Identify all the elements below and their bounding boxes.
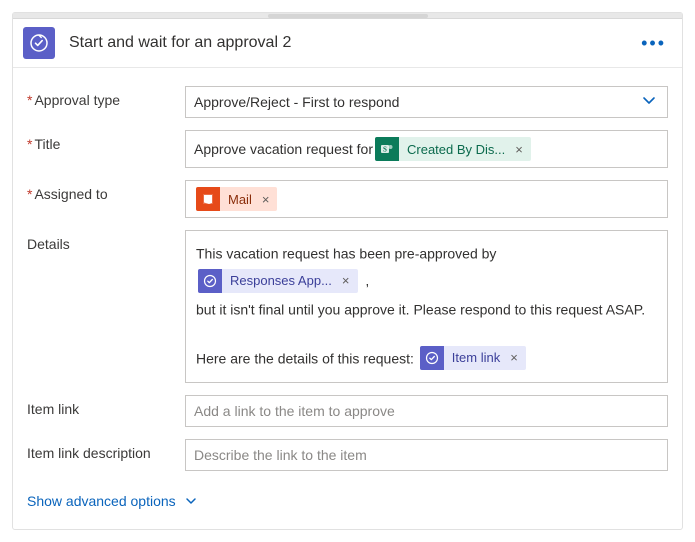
- label-title: *Title: [27, 130, 185, 152]
- chevron-down-icon: [184, 494, 198, 508]
- details-field[interactable]: This vacation request has been pre-appro…: [185, 230, 668, 383]
- token-created-by[interactable]: S Created By Dis... ×: [375, 137, 531, 161]
- row-assigned-to: *Assigned to Mail ×: [27, 180, 668, 218]
- approval-token-icon: [420, 346, 444, 370]
- assigned-to-field[interactable]: Mail ×: [185, 180, 668, 218]
- token-label: Responses App...: [222, 268, 338, 294]
- token-label: Mail: [220, 192, 258, 207]
- card-body: *Approval type Approve/Reject - First to…: [13, 68, 682, 529]
- approval-type-dropdown[interactable]: Approve/Reject - First to respond: [185, 86, 668, 118]
- token-remove-icon[interactable]: ×: [511, 142, 531, 157]
- card-title: Start and wait for an approval 2: [69, 34, 635, 52]
- item-link-desc-input[interactable]: [194, 445, 659, 465]
- show-advanced-options-toggle[interactable]: Show advanced options: [27, 491, 198, 513]
- row-details: Details This vacation request has been p…: [27, 230, 668, 383]
- row-item-link: Item link: [27, 395, 668, 427]
- label-item-link-desc: Item link description: [27, 439, 185, 461]
- token-mail[interactable]: Mail ×: [196, 187, 277, 211]
- token-label: Created By Dis...: [399, 142, 511, 157]
- row-item-link-desc: Item link description: [27, 439, 668, 471]
- advanced-toggle-label: Show advanced options: [27, 493, 176, 509]
- card-header[interactable]: Start and wait for an approval 2 •••: [13, 19, 682, 68]
- token-remove-icon[interactable]: ×: [338, 268, 358, 294]
- approval-icon: [23, 27, 55, 59]
- item-link-input[interactable]: [194, 401, 659, 421]
- token-remove-icon[interactable]: ×: [506, 345, 526, 371]
- drag-handle[interactable]: [13, 13, 682, 19]
- details-text-1: This vacation request has been pre-appro…: [196, 245, 496, 261]
- label-approval-type: *Approval type: [27, 86, 185, 108]
- chevron-down-icon: [641, 93, 657, 112]
- label-assigned-to: *Assigned to: [27, 180, 185, 202]
- item-link-desc-field[interactable]: [185, 439, 668, 471]
- details-text-3: Here are the details of this request:: [196, 350, 414, 366]
- approval-action-card: Start and wait for an approval 2 ••• *Ap…: [12, 12, 683, 530]
- row-approval-type: *Approval type Approve/Reject - First to…: [27, 86, 668, 118]
- approval-token-icon: [198, 269, 222, 293]
- label-item-link: Item link: [27, 395, 185, 417]
- token-remove-icon[interactable]: ×: [258, 192, 278, 207]
- svg-text:S: S: [383, 146, 387, 154]
- sharepoint-icon: S: [375, 137, 399, 161]
- title-field[interactable]: Approve vacation request for S Created B…: [185, 130, 668, 168]
- token-label: Item link: [444, 345, 506, 371]
- approval-type-value: Approve/Reject - First to respond: [194, 94, 399, 110]
- item-link-field[interactable]: [185, 395, 668, 427]
- more-menu-button[interactable]: •••: [635, 33, 672, 54]
- row-title: *Title Approve vacation request for S Cr…: [27, 130, 668, 168]
- token-responses-app[interactable]: Responses App... ×: [198, 269, 358, 293]
- office-icon: [196, 187, 220, 211]
- details-text-2: but it isn't final until you approve it.…: [196, 301, 645, 317]
- token-item-link[interactable]: Item link ×: [420, 346, 526, 370]
- title-prefix-text: Approve vacation request for: [194, 141, 373, 157]
- label-details: Details: [27, 230, 185, 252]
